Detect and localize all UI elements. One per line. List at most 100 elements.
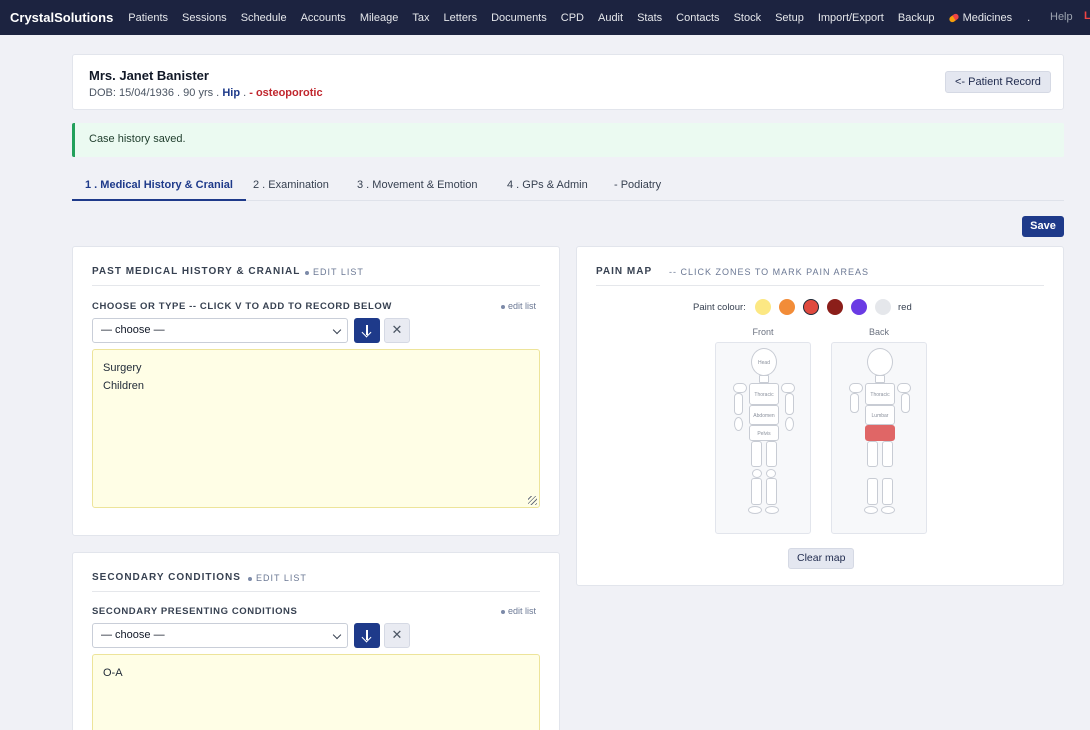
- nav-medicines[interactable]: Medicines: [947, 12, 1012, 24]
- nav-sessions[interactable]: Sessions: [182, 12, 227, 24]
- pain-map-title: PAIN MAP: [596, 266, 653, 277]
- nav-setup[interactable]: Setup: [775, 12, 804, 24]
- colour-swatch-dark-red[interactable]: [827, 299, 843, 315]
- zone-back-left-shoulder[interactable]: [849, 383, 863, 393]
- zone-back-left-arm[interactable]: [850, 393, 859, 413]
- clear-select-button[interactable]: ✕: [384, 318, 410, 343]
- zone-back-head[interactable]: [867, 348, 893, 376]
- nav-tax[interactable]: Tax: [412, 12, 429, 24]
- pain-map-card: PAIN MAP -- CLICK ZONES TO MARK PAIN ARE…: [576, 246, 1064, 586]
- past-medical-edit-list[interactable]: EDIT LIST: [305, 267, 364, 277]
- tab-gps-admin[interactable]: 4 . GPs & Admin: [494, 170, 601, 201]
- patient-condition: - osteoporotic: [249, 87, 323, 99]
- clear-map-button[interactable]: Clear map: [788, 548, 855, 569]
- zone-back-sacrum[interactable]: [865, 425, 895, 441]
- pill-icon: [947, 12, 960, 23]
- zone-front-right-thigh[interactable]: [766, 441, 777, 467]
- zone-back-lumbar[interactable]: Lumbar: [865, 405, 895, 425]
- zone-front-right-foot[interactable]: [765, 506, 779, 514]
- nav-backup[interactable]: Backup: [898, 12, 935, 24]
- nav-audit[interactable]: Audit: [598, 12, 623, 24]
- nav-cpd[interactable]: CPD: [561, 12, 584, 24]
- paint-colour-label: Paint colour:: [693, 302, 746, 313]
- colour-swatch-red[interactable]: [803, 299, 819, 315]
- patient-meta: DOB: 15/04/1936 . 90 yrs . Hip . - osteo…: [89, 87, 323, 99]
- back-label: Back: [868, 327, 889, 337]
- text-line: O-A: [103, 667, 123, 679]
- zone-back-neck[interactable]: [875, 375, 885, 383]
- zone-front-left-knee[interactable]: [752, 469, 762, 478]
- zone-back-right-foot[interactable]: [881, 506, 895, 514]
- zone-label: Thoracic: [870, 392, 890, 398]
- zone-front-neck[interactable]: [759, 375, 769, 383]
- nav-schedule[interactable]: Schedule: [241, 12, 287, 24]
- zone-back-left-calf[interactable]: [867, 478, 878, 505]
- back-body-diagram: Thoracic Lumbar: [831, 342, 927, 534]
- tab-examination[interactable]: 2 . Examination: [240, 170, 342, 201]
- secondary-title: SECONDARY CONDITIONS: [92, 572, 241, 583]
- zone-front-right-shin[interactable]: [766, 478, 777, 505]
- nav-stock[interactable]: Stock: [734, 12, 762, 24]
- nav-patients[interactable]: Patients: [128, 12, 168, 24]
- zone-front-left-hand[interactable]: [734, 417, 743, 431]
- zone-front-thoracic[interactable]: Thoracic: [749, 383, 779, 405]
- zone-front-right-knee[interactable]: [766, 469, 776, 478]
- zone-front-left-arm[interactable]: [734, 393, 743, 415]
- zone-back-left-foot[interactable]: [864, 506, 878, 514]
- zone-back-left-thigh[interactable]: [867, 441, 878, 467]
- tab-medical-history[interactable]: 1 . Medical History & Cranial: [72, 170, 246, 201]
- secondary-edit-list[interactable]: EDIT LIST: [248, 573, 307, 583]
- zone-front-right-hand[interactable]: [785, 417, 794, 431]
- zone-front-abdomen[interactable]: Abdomen: [749, 405, 779, 425]
- past-medical-select[interactable]: — choose —: [92, 318, 348, 343]
- tab-movement-emotion[interactable]: 3 . Movement & Emotion: [344, 170, 490, 201]
- secondary-edit-list-label: EDIT LIST: [256, 573, 307, 583]
- nav-user-menu[interactable]: L: [1084, 10, 1090, 24]
- colour-swatch-eraser[interactable]: [875, 299, 891, 315]
- nav-mileage[interactable]: Mileage: [360, 12, 399, 24]
- zone-front-left-shin[interactable]: [751, 478, 762, 505]
- nav-stats[interactable]: Stats: [637, 12, 662, 24]
- zone-back-right-calf[interactable]: [882, 478, 893, 505]
- zone-front-right-shoulder[interactable]: [781, 383, 795, 393]
- dot-icon: [305, 270, 309, 275]
- zone-back-right-thigh[interactable]: [882, 441, 893, 467]
- zone-back-right-shoulder[interactable]: [897, 383, 911, 393]
- zone-front-head[interactable]: Head: [751, 348, 777, 376]
- brand-logo[interactable]: CrystalSolutions: [10, 10, 113, 25]
- colour-swatch-purple[interactable]: [851, 299, 867, 315]
- save-button[interactable]: Save: [1022, 216, 1064, 237]
- zone-front-left-foot[interactable]: [748, 506, 762, 514]
- past-medical-textarea[interactable]: Surgery Children: [92, 349, 540, 508]
- nav-letters[interactable]: Letters: [443, 12, 477, 24]
- secondary-select[interactable]: — choose —: [92, 623, 348, 648]
- patient-record-button[interactable]: <- Patient Record: [945, 71, 1051, 93]
- arrow-down-icon: [366, 630, 368, 640]
- zone-front-left-thigh[interactable]: [751, 441, 762, 467]
- nav-accounts[interactable]: Accounts: [301, 12, 346, 24]
- secondary-edit-link[interactable]: edit list: [501, 606, 536, 616]
- front-label: Front: [752, 327, 774, 337]
- nav-help[interactable]: Help: [1050, 11, 1073, 23]
- past-medical-edit-link-label: edit list: [508, 301, 537, 311]
- resize-handle-icon[interactable]: [528, 496, 537, 505]
- nav-documents[interactable]: Documents: [491, 12, 547, 24]
- nav-import-export[interactable]: Import/Export: [818, 12, 884, 24]
- zone-back-thoracic[interactable]: Thoracic: [865, 383, 895, 405]
- zone-back-right-arm[interactable]: [901, 393, 910, 413]
- nav-dot: .: [1027, 11, 1031, 24]
- tab-podiatry[interactable]: - Podiatry: [601, 170, 674, 201]
- add-secondary-button[interactable]: [354, 623, 380, 648]
- nav-contacts[interactable]: Contacts: [676, 12, 719, 24]
- past-medical-edit-link[interactable]: edit list: [501, 301, 536, 311]
- add-to-record-button[interactable]: [354, 318, 380, 343]
- tab-bar: 1 . Medical History & Cranial 2 . Examin…: [72, 170, 1064, 201]
- zone-front-pelvis[interactable]: Pelvis: [749, 425, 779, 441]
- success-alert: Case history saved.: [72, 123, 1064, 157]
- zone-front-right-arm[interactable]: [785, 393, 794, 415]
- zone-front-left-shoulder[interactable]: [733, 383, 747, 393]
- clear-secondary-button[interactable]: ✕: [384, 623, 410, 648]
- colour-swatch-orange[interactable]: [779, 299, 795, 315]
- colour-swatch-yellow[interactable]: [755, 299, 771, 315]
- secondary-textarea[interactable]: O-A: [92, 654, 540, 730]
